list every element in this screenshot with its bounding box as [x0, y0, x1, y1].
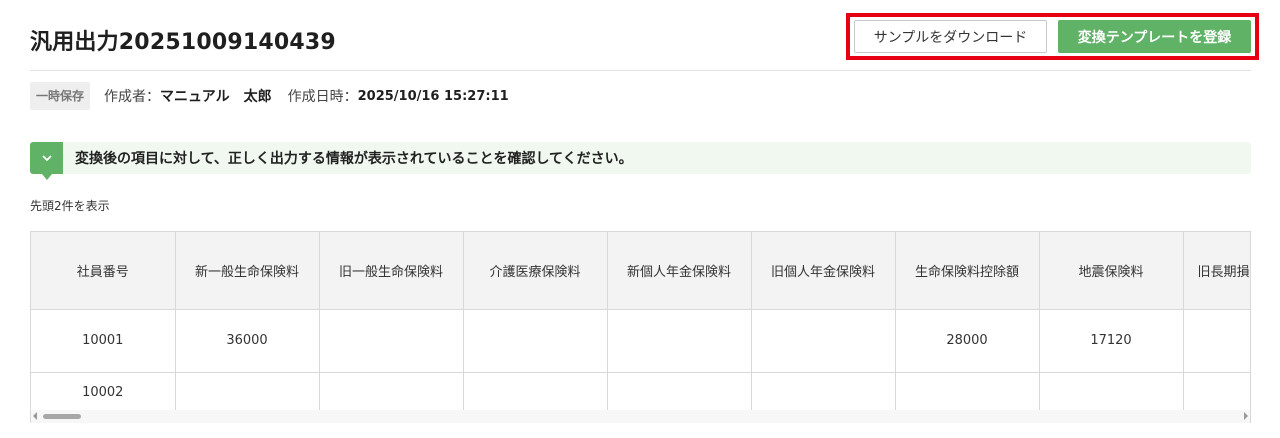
author-label: 作成者： — [104, 89, 161, 105]
header-divider — [30, 70, 1251, 71]
column-header: 社員番号 — [31, 232, 176, 310]
table-cell — [319, 309, 464, 373]
chevron-down-icon[interactable] — [30, 142, 63, 180]
column-header: 新個人年金保険料 — [607, 232, 752, 310]
horizontal-scrollbar[interactable] — [31, 410, 1250, 423]
column-header: 地震保険料 — [1039, 232, 1184, 310]
table-cell — [1183, 309, 1250, 373]
column-header: 介護医療保険料 — [463, 232, 608, 310]
column-header: 旧個人年金保険料 — [751, 232, 896, 310]
table-cell — [607, 309, 752, 373]
table-cell — [463, 309, 608, 373]
table-cell: 28000 — [895, 309, 1040, 373]
notice-text: 変換後の項目に対して、正しく出力する情報が表示されていることを確認してください。 — [75, 151, 633, 167]
preview-caption: 先頭2件を表示 — [30, 199, 110, 213]
column-header: 旧長期損 — [1183, 232, 1250, 310]
table-cell — [751, 309, 896, 373]
created-datetime: 2025/10/16 15:27:11 — [357, 88, 509, 104]
status-badge: 一時保存 — [30, 82, 91, 110]
column-header: 旧一般生命保険料 — [319, 232, 464, 310]
page-title: 汎用出力20251009140439 — [30, 30, 336, 55]
scrollbar-thumb[interactable] — [43, 414, 81, 419]
sample-download-button[interactable]: サンプルをダウンロード — [854, 20, 1047, 53]
column-header: 生命保険料控除額 — [895, 232, 1040, 310]
meta-row: 一時保存 作成者： マニュアル 太郎 作成日時： 2025/10/16 15:2… — [30, 82, 525, 110]
scroll-left-arrow-icon[interactable] — [33, 412, 37, 420]
scroll-right-arrow-icon[interactable] — [1244, 412, 1248, 420]
register-template-button[interactable]: 変換テンプレートを登録 — [1058, 20, 1251, 53]
table-cell: 10001 — [31, 309, 176, 373]
preview-table: 社員番号 新一般生命保険料 旧一般生命保険料 介護医療保険料 新個人年金保険料 … — [31, 232, 1250, 422]
column-header: 新一般生命保険料 — [175, 232, 320, 310]
notice-banner: 変換後の項目に対して、正しく出力する情報が表示されていることを確認してください。 — [30, 142, 1251, 180]
table-header-row: 社員番号 新一般生命保険料 旧一般生命保険料 介護医療保険料 新個人年金保険料 … — [31, 232, 1250, 310]
created-label: 作成日時： — [287, 89, 358, 105]
preview-table-container[interactable]: 社員番号 新一般生命保険料 旧一般生命保険料 介護医療保険料 新個人年金保険料 … — [30, 231, 1251, 423]
table-row: 10001 36000 28000 17120 — [31, 309, 1250, 373]
table-cell: 36000 — [175, 309, 320, 373]
table-cell: 17120 — [1039, 309, 1184, 373]
author-name: マニュアル 太郎 — [160, 89, 272, 105]
